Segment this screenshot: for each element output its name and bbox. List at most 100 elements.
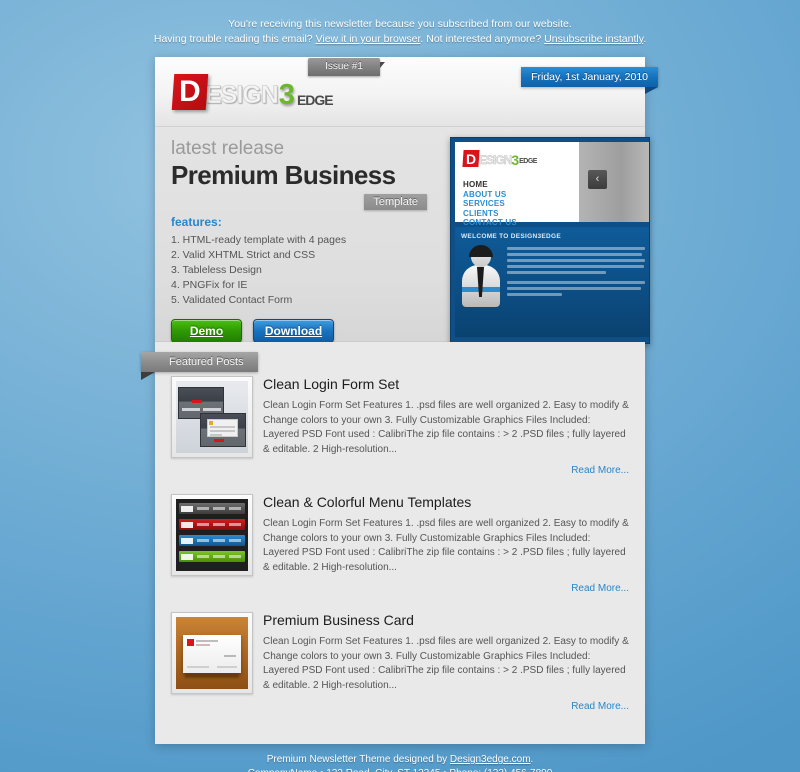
thumb-menu-row (179, 503, 245, 514)
preview-welcome-title: WELCOME TO DESIGN3EDGE (461, 233, 562, 240)
thumb-menu-label (197, 539, 209, 542)
thumb-card-row (210, 430, 235, 432)
featured-posts-ribbon-wrap: Featured Posts (141, 342, 645, 380)
colorful-menus-thumbnail-art (176, 499, 248, 571)
preview-logo: D ESIGN 3 EDGE (462, 150, 537, 167)
post-title[interactable]: Clean & Colorful Menu Templates (263, 492, 629, 512)
feature-item: 1. HTML-ready template with 4 pages (171, 234, 347, 246)
preview-welcome-text (507, 247, 645, 299)
preview-nav-item-about: ABOUT US (463, 189, 507, 199)
read-more-link[interactable]: Read More... (263, 465, 629, 476)
demo-button[interactable]: Demo (171, 319, 242, 343)
thumb-menu-label (197, 507, 209, 510)
thumb-card-row (210, 434, 222, 436)
footer-line-1: Premium Newsletter Theme designed by Des… (0, 753, 800, 767)
post-thumbnail[interactable] (171, 612, 253, 694)
hero-badge-row: Template (171, 192, 427, 210)
feature-item: 4. PNGFix for IE (171, 279, 248, 291)
thumb-menu-pill (181, 537, 193, 544)
post-item[interactable]: Clean Login Form Set Clean Login Form Se… (155, 376, 645, 476)
view-in-browser-link[interactable]: View it in your browser (316, 33, 421, 45)
thumb-logo-chip (214, 439, 224, 442)
thumb-login-card (207, 419, 238, 437)
business-card-thumbnail-art (176, 617, 248, 689)
thumb-card-dot (209, 421, 213, 425)
unsubscribe-link[interactable]: Unsubscribe instantly (544, 33, 643, 45)
preview-slider: ‹ (579, 142, 649, 222)
brand-logo[interactable]: D ESIGN 3 EDGE (171, 74, 334, 111)
features-list: 1. HTML-ready template with 4 pages 2. V… (171, 233, 441, 308)
thumb-menu-row (179, 535, 245, 546)
email-footer: Premium Newsletter Theme designed by Des… (0, 744, 800, 772)
preview-site-header: D ESIGN 3 EDGE HOME ABOUT US SERVICES CL… (455, 142, 649, 227)
thumb-menu-label (197, 555, 209, 558)
email-header: D ESIGN 3 EDGE Friday, 1st January, 2010 (155, 57, 658, 127)
thumb-menu-label (213, 507, 225, 510)
post-item[interactable]: Premium Business Card Clean Login Form S… (155, 612, 645, 712)
post-body: Clean & Colorful Menu Templates Clean Lo… (253, 494, 629, 594)
download-button[interactable]: Download (253, 319, 334, 343)
thumb-menu-pill (181, 521, 193, 528)
preheader-trouble-text: Having trouble reading this email? (153, 33, 313, 45)
thumb-menu-label (197, 523, 209, 526)
featured-posts-section: Featured Posts Clean Login Form Set Clea… (141, 342, 645, 744)
email-panel-wrapper: Issue #1 D ESIGN 3 EDGE Friday, 1st Janu… (0, 57, 800, 744)
post-excerpt: Clean Login Form Set Features 1. .psd fi… (263, 518, 629, 573)
featured-posts-ribbon: Featured Posts (141, 352, 258, 380)
thumb-menu-row (179, 551, 245, 562)
post-excerpt: Clean Login Form Set Features 1. .psd fi… (263, 636, 629, 691)
feature-item: 5. Validated Contact Form (171, 294, 293, 306)
design3edge-link[interactable]: Design3edge.com (450, 754, 531, 765)
logo-three-text: 3 (278, 79, 295, 111)
features-label: features: (171, 215, 222, 229)
preview-nav-item-clients: CLIENTS (463, 208, 499, 218)
read-more-link[interactable]: Read More... (263, 583, 629, 594)
login-form-set-thumbnail-art (176, 381, 248, 453)
logo-d-letter: D (179, 75, 201, 108)
thumb-menu-label (229, 523, 241, 526)
post-item[interactable]: Clean & Colorful Menu Templates Clean Lo… (155, 494, 645, 594)
thumb-menu-label (213, 539, 225, 542)
footer-credit-text: Premium Newsletter Theme designed by (266, 754, 448, 765)
post-body: Premium Business Card Clean Login Form S… (253, 612, 629, 712)
preview-logo-esign: ESIGN (479, 153, 513, 167)
thumb-card-shadow (185, 674, 239, 678)
post-title[interactable]: Premium Business Card (263, 610, 629, 630)
footer-line-2: CompanyName • 123 Road, City, ST 12345 •… (0, 767, 800, 772)
template-preview-image[interactable]: D ESIGN 3 EDGE HOME ABOUT US SERVICES CL… (450, 137, 650, 344)
hero-buttons: Demo Download (171, 319, 441, 343)
post-thumbnail[interactable] (171, 494, 253, 576)
thumb-card-footer-right (217, 666, 237, 668)
text-line (507, 281, 645, 284)
thumb-business-card (183, 635, 241, 673)
preview-nav-item-home: HOME (463, 180, 488, 189)
hero-title: Premium Business (171, 160, 396, 190)
text-line (507, 253, 643, 256)
thumb-bar (203, 408, 221, 411)
thumb-card-subname (196, 644, 210, 646)
preview-logo-d-letter: D (465, 150, 477, 167)
preheader-line-2: Having trouble reading this email? View … (0, 32, 800, 47)
text-line (507, 287, 641, 290)
post-excerpt: Clean Login Form Set Features 1. .psd fi… (263, 400, 629, 455)
thumb-menu-row (179, 519, 245, 530)
read-more-link[interactable]: Read More... (263, 701, 629, 712)
text-line (507, 247, 645, 250)
preheader-line-1: You're receiving this newsletter because… (228, 18, 572, 30)
hero-kicker: latest release (171, 138, 285, 159)
preview-nav-item-services: SERVICES (463, 199, 505, 208)
preview-welcome-section: WELCOME TO DESIGN3EDGE (455, 227, 649, 337)
preview-logo-edge: EDGE (519, 158, 537, 165)
preview-logo-d-mark: D (462, 150, 480, 167)
post-thumbnail[interactable] (171, 376, 253, 458)
thumb-logo-chip (192, 400, 202, 403)
issue-tab[interactable]: Issue #1 (308, 58, 385, 76)
thumb-bar (182, 408, 200, 411)
text-line (507, 265, 644, 268)
thumb-card-footer-left (187, 666, 209, 668)
post-title[interactable]: Clean Login Form Set (263, 374, 629, 394)
post-body: Clean Login Form Set Clean Login Form Se… (253, 376, 629, 476)
thumb-card-logo (187, 639, 194, 646)
text-line (507, 271, 607, 274)
preview-nav: HOME ABOUT US SERVICES CLIENTS CONTACT U… (463, 180, 517, 228)
